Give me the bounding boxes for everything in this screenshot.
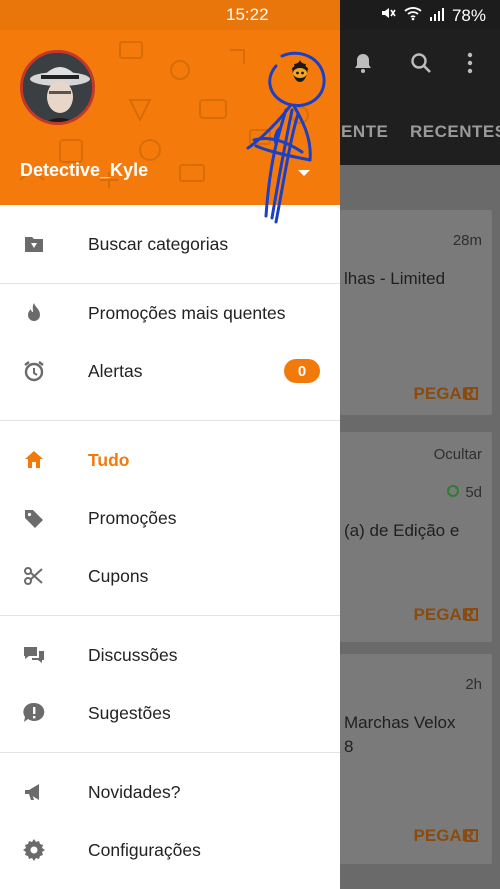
menu-label: Discussões — [88, 644, 178, 665]
menu-divider — [0, 420, 340, 421]
menu-item-sugestoes[interactable]: Sugestões — [0, 684, 340, 742]
external-link-icon — [465, 387, 478, 400]
overflow-menu-icon[interactable] — [466, 52, 474, 80]
menu-label: Cupons — [88, 565, 149, 586]
tab-partial[interactable]: ENTE — [341, 122, 388, 142]
deal-card[interactable]: 2h Marchas Velox 8 PEGAR — [340, 654, 492, 864]
feedback-icon — [22, 701, 46, 725]
deal-card[interactable]: Ocultar 5d (a) de Edição e PEGAR — [340, 432, 492, 642]
menu-item-buscar-categorias[interactable]: Buscar categorias — [0, 205, 340, 283]
menu-item-discussoes[interactable]: Discussões — [0, 626, 340, 684]
status-bar: 15:22 78% — [0, 0, 500, 30]
status-time: 15:22 — [226, 5, 269, 24]
menu-label: Alertas — [88, 360, 143, 381]
card-time: 2h — [465, 676, 482, 693]
menu-label: Novidades? — [88, 781, 181, 802]
card-title: (a) de Edição e — [344, 521, 460, 540]
menu-divider — [0, 615, 340, 616]
menu-item-novidades[interactable]: Novidades? — [0, 763, 340, 821]
megaphone-icon — [22, 780, 46, 804]
home-icon — [22, 448, 46, 472]
drawer-header: Detective_Kyle — [0, 30, 340, 205]
menu-item-promocoes-quentes[interactable]: Promoções mais quentes — [0, 284, 340, 342]
battery-percent: 78% — [451, 5, 486, 25]
status-icons: 78% — [380, 5, 486, 26]
menu-label: Sugestões — [88, 702, 171, 723]
mute-icon — [380, 5, 396, 26]
menu-label: Promoções mais quentes — [88, 302, 286, 323]
menu-item-tudo[interactable]: Tudo — [0, 431, 340, 489]
flame-icon — [22, 301, 46, 325]
menu-item-promocoes[interactable]: Promoções — [0, 489, 340, 547]
mascot-icon[interactable] — [286, 58, 314, 86]
card-title-line2: 8 — [344, 737, 354, 756]
external-link-icon — [465, 608, 478, 621]
alerts-count-badge: 0 — [284, 359, 320, 383]
chat-bubbles-icon — [22, 643, 46, 667]
price-tag-icon — [22, 506, 46, 530]
renew-icon — [446, 484, 460, 503]
navigation-drawer: Detective_Kyle Buscar categorias Promoçõ… — [0, 30, 340, 889]
card-time: 28m — [452, 232, 482, 249]
card-hide[interactable]: Ocultar — [434, 446, 482, 463]
gear-icon — [22, 838, 46, 862]
search-icon[interactable] — [410, 52, 432, 80]
menu-label: Buscar categorias — [88, 233, 229, 254]
deal-card[interactable]: 28m lhas - Limited PEGAR — [340, 210, 492, 415]
menu-divider — [0, 752, 340, 753]
bell-icon[interactable] — [352, 52, 374, 80]
menu-label: Configurações — [88, 839, 201, 860]
menu-label: Tudo — [88, 449, 130, 470]
account-dropdown-icon[interactable] — [298, 170, 310, 176]
signal-icon — [429, 6, 444, 26]
scissors-icon — [22, 564, 46, 588]
menu-item-configuracoes[interactable]: Configurações — [0, 821, 340, 879]
wifi-icon — [404, 5, 422, 26]
menu-item-cupons[interactable]: Cupons — [0, 547, 340, 605]
tab-recentes[interactable]: RECENTES — [410, 122, 500, 142]
alarm-clock-icon — [22, 359, 46, 383]
avatar[interactable] — [20, 50, 95, 125]
drawer-menu: Buscar categorias Promoções mais quentes… — [0, 205, 340, 879]
menu-item-alertas[interactable]: Alertas 0 — [0, 342, 340, 400]
card-title: Marchas Velox — [344, 713, 456, 732]
menu-label: Promoções — [88, 507, 177, 528]
card-title: lhas - Limited — [344, 269, 446, 288]
external-link-icon — [465, 829, 478, 842]
username[interactable]: Detective_Kyle — [20, 160, 148, 181]
folder-tag-icon — [22, 232, 46, 256]
card-time: 5d — [465, 484, 482, 501]
